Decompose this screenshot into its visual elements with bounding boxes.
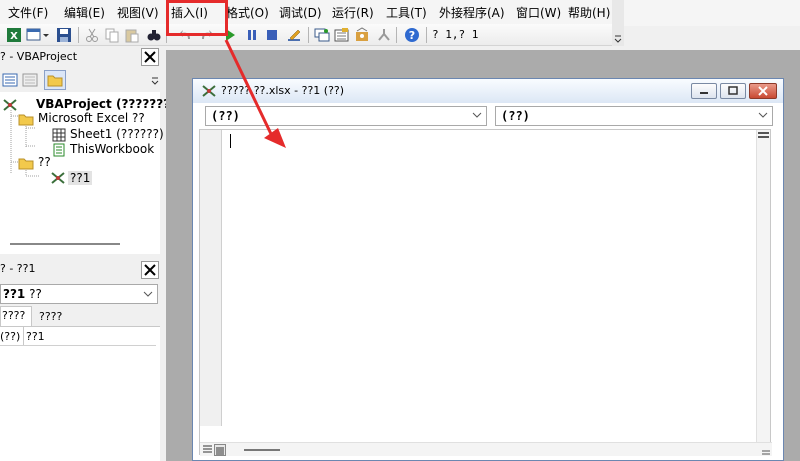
annotation-arrow — [224, 39, 286, 148]
